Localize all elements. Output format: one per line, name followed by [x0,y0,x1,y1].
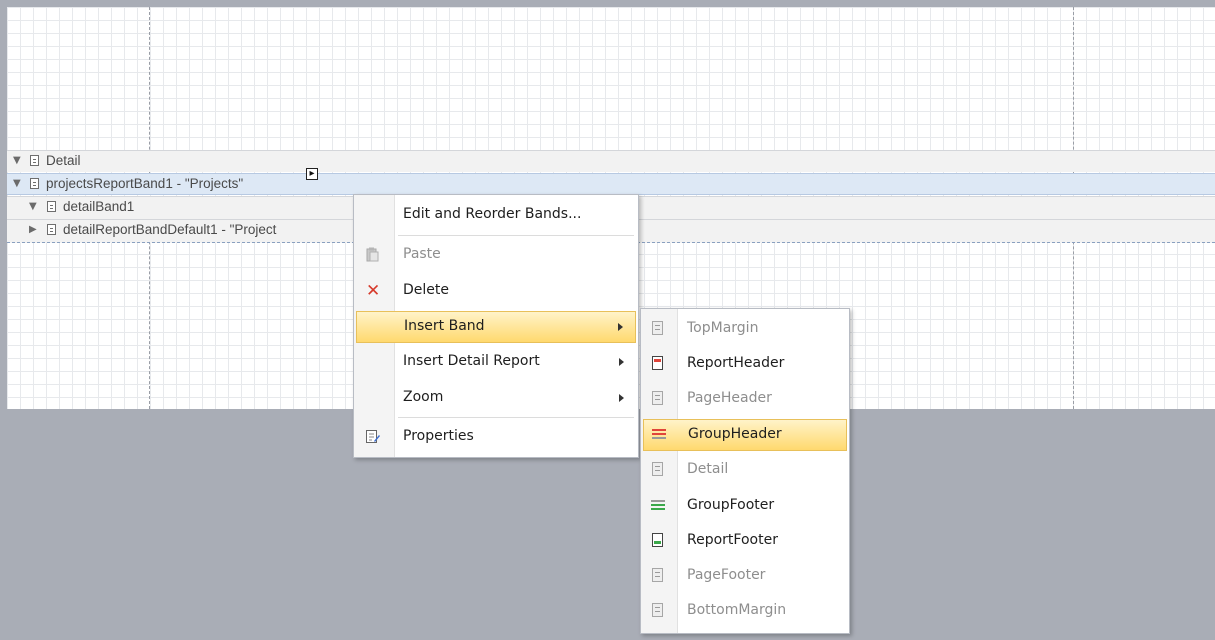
submenu-item-report-header[interactable]: ReportHeader [641,348,849,380]
delete-icon: ✕ [366,281,381,301]
menu-separator [398,417,634,418]
band-label: Detail [46,153,81,168]
submenu-item-page-footer[interactable]: PageFooter [641,560,849,592]
submenu-arrow-icon [619,394,624,402]
band-label: projectsReportBand1 - "Projects" [46,176,244,191]
band-icon [47,201,56,212]
submenu-arrow-icon [618,323,623,331]
expand-triangle-icon[interactable]: ▼ [29,201,37,212]
submenu-item-page-header[interactable]: PageHeader [641,383,849,415]
window-frame-left [0,0,7,640]
menu-item-properties[interactable]: Properties [354,421,638,453]
menu-item-edit-reorder-bands[interactable]: Edit and Reorder Bands... [354,199,638,231]
detail-band-icon [652,462,663,476]
report-footer-band-icon [652,533,663,547]
menu-item-delete[interactable]: ✕ Delete [354,275,638,307]
band-detail[interactable]: ▼ Detail [7,150,1215,172]
submenu-item-group-header[interactable]: GroupHeader [643,419,847,451]
menu-separator [398,235,634,236]
band-projects-report[interactable]: ▼ projectsReportBand1 - "Projects" [7,173,1215,195]
paste-icon [366,247,380,263]
menu-item-zoom[interactable]: Zoom [354,382,638,414]
menu-item-paste[interactable]: Paste [354,239,638,271]
context-menu: Edit and Reorder Bands... Paste ✕ Delete… [353,194,639,458]
submenu-arrow-icon [619,358,624,366]
submenu-item-top-margin[interactable]: TopMargin [641,313,849,345]
smart-tag-button[interactable]: ▸ [306,168,318,180]
band-icon [30,178,39,189]
top-margin-band-icon [652,321,663,335]
report-header-band-icon [652,356,663,370]
properties-icon [366,429,380,445]
band-label: detailReportBandDefault1 - "Project [63,222,277,237]
submenu-item-report-footer[interactable]: ReportFooter [641,525,849,557]
submenu-item-group-footer[interactable]: GroupFooter [641,490,849,522]
expand-triangle-icon[interactable]: ▼ [13,178,21,189]
bottom-margin-band-icon [652,603,663,617]
window-frame-top [0,0,1215,7]
group-footer-band-icon [651,500,665,512]
submenu-item-bottom-margin[interactable]: BottomMargin [641,595,849,627]
band-icon [30,155,39,166]
page-header-band-icon [652,391,663,405]
band-label: detailBand1 [63,199,135,214]
page-footer-band-icon [652,568,663,582]
collapse-triangle-icon[interactable]: ▶ [29,224,37,235]
menu-item-insert-band[interactable]: Insert Band [356,311,636,343]
band-icon [47,224,56,235]
group-header-band-icon [652,429,666,441]
expand-triangle-icon[interactable]: ▼ [13,155,21,166]
submenu-item-detail[interactable]: Detail [641,454,849,486]
menu-item-insert-detail-report[interactable]: Insert Detail Report [354,346,638,378]
insert-band-submenu: TopMargin ReportHeader PageHeader GroupH… [640,308,850,634]
